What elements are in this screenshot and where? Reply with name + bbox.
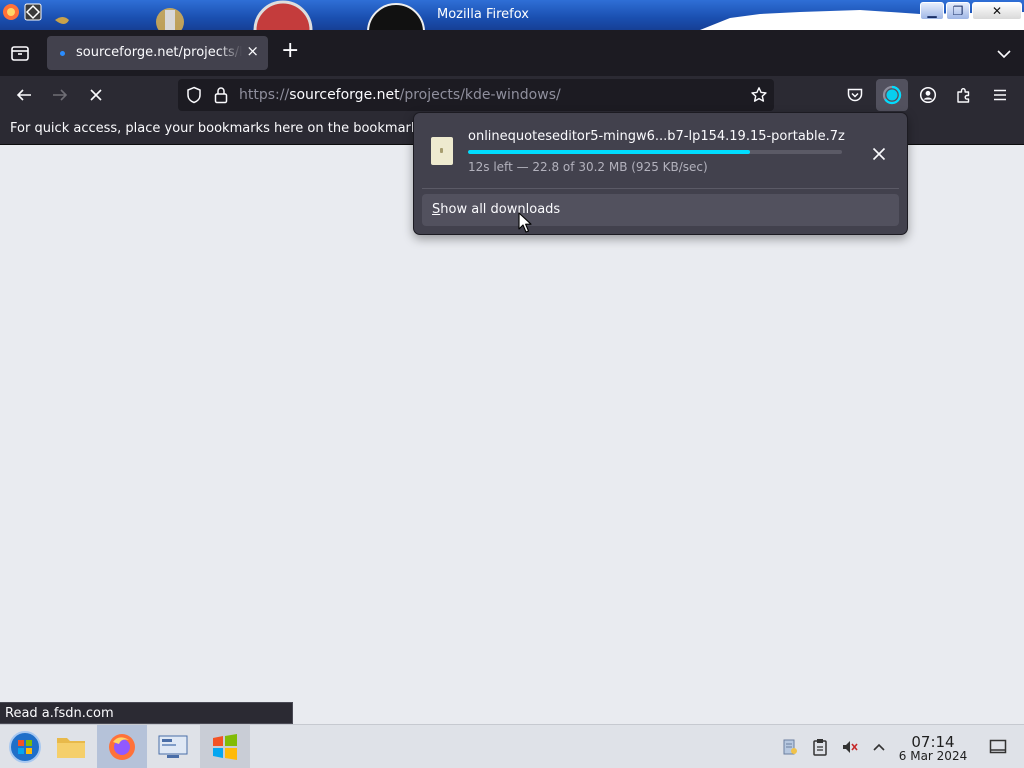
clipboard-icon[interactable] [810, 737, 830, 757]
show-all-downloads-label: Show all downloads [432, 202, 560, 217]
taskbar: 07:14 6 Mar 2024 [0, 724, 1024, 768]
list-all-tabs-icon[interactable] [996, 45, 1012, 64]
show-all-downloads-text: how all downloads [440, 202, 561, 217]
window-title: Mozilla Firefox [437, 7, 529, 22]
url-text[interactable]: https://sourceforge.net/projects/kde-win… [239, 87, 561, 103]
download-status: 12s left — 22.8 of 30.2 MB (925 KB/sec) [468, 160, 708, 174]
download-filename[interactable]: onlinequoteseditor5-mingw6...b7-lp154.19… [468, 129, 845, 144]
new-tab-button[interactable]: + [281, 40, 299, 62]
firefox-taskbar-icon[interactable] [97, 725, 147, 768]
tab-loading-icon [60, 51, 65, 56]
show-all-downloads-button[interactable]: Show all downloads [422, 194, 899, 226]
show-desktop-icon[interactable] [988, 737, 1008, 757]
chevron-up-icon[interactable] [869, 737, 889, 757]
downloads-button[interactable] [876, 79, 908, 111]
url-path: /projects/kde-windows/ [399, 87, 561, 103]
mouse-cursor-icon [518, 212, 532, 233]
tab-close-icon[interactable]: × [246, 44, 259, 59]
system-settings-icon[interactable] [148, 725, 198, 768]
firefox-view-icon[interactable] [10, 44, 30, 66]
url-scheme: https:// [239, 87, 290, 103]
windows-logo-app-icon[interactable] [200, 725, 250, 768]
extensions-icon[interactable] [952, 83, 976, 107]
archive-file-icon [431, 137, 453, 165]
maximize-button[interactable]: ❐ [946, 2, 970, 20]
lock-icon[interactable] [211, 85, 231, 105]
file-manager-icon[interactable] [46, 725, 96, 768]
tab-strip: sourceforge.net/projects/kde-windows/ × … [0, 30, 1024, 76]
network-icon[interactable] [780, 737, 800, 757]
shield-icon[interactable] [184, 85, 204, 105]
stop-icon[interactable] [84, 83, 108, 107]
url-bar[interactable]: https://sourceforge.net/projects/kde-win… [178, 79, 774, 111]
start-menu-button[interactable] [0, 725, 50, 768]
tab-sourceforge[interactable]: sourceforge.net/projects/kde-windows/ × [47, 36, 268, 70]
status-panel: Read a.fsdn.com [0, 702, 293, 724]
download-progress-bar [468, 150, 842, 154]
downloads-icon [882, 85, 902, 105]
downloads-panel: onlinequoteseditor5-mingw6...b7-lp154.19… [413, 112, 908, 235]
bookmark-star-icon[interactable] [749, 85, 769, 105]
status-text: Read a.fsdn.com [5, 706, 114, 721]
account-icon[interactable] [916, 83, 940, 107]
close-window-button[interactable]: ✕ [972, 2, 1022, 20]
download-progress-fill [468, 150, 751, 154]
menu-icon[interactable] [988, 83, 1012, 107]
minimize-button[interactable]: ▁ [920, 2, 944, 20]
navigation-toolbar: https://sourceforge.net/projects/kde-win… [0, 76, 1024, 114]
cancel-download-icon[interactable] [867, 142, 891, 166]
pocket-icon[interactable] [843, 83, 867, 107]
volume-muted-icon[interactable] [840, 737, 860, 757]
forward-icon[interactable] [48, 83, 72, 107]
bookmarks-hint: For quick access, place your bookmarks h… [10, 121, 479, 136]
panel-divider [422, 188, 899, 189]
back-icon[interactable] [12, 83, 36, 107]
tab-label: sourceforge.net/projects/kde-windows/ [76, 45, 242, 60]
window-titlebar: Mozilla Firefox ▁ ❐ ✕ [0, 0, 1024, 30]
clock-date[interactable]: 6 Mar 2024 [898, 749, 968, 763]
url-host: sourceforge.net [289, 87, 400, 103]
